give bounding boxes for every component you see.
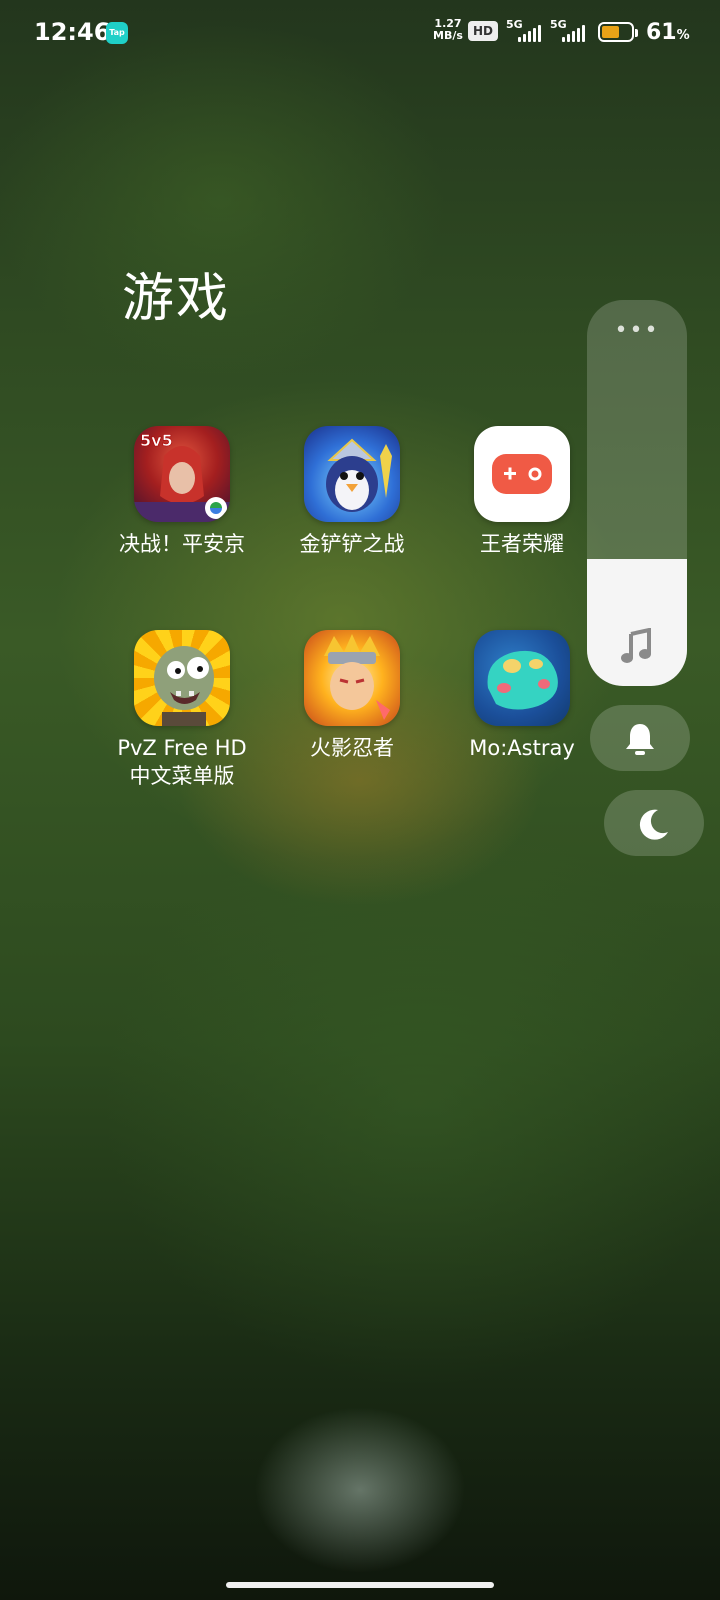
app-label: Mo:Astray: [469, 736, 575, 760]
app-naruto[interactable]: 火影忍者: [282, 630, 422, 762]
clock: 12:46: [34, 18, 111, 46]
status-bar: 12:46 Tap 1.27 MB/s HD 5G 5G 61%: [0, 0, 720, 64]
svg-text:5v5: 5v5: [140, 431, 173, 450]
folder-title[interactable]: 游戏: [122, 256, 230, 331]
app-pvz-free-hd[interactable]: PvZ Free HD 中文菜单版: [112, 630, 252, 790]
taptap-notification-icon: Tap: [106, 22, 128, 44]
volume-slider[interactable]: •••: [587, 300, 687, 686]
app-label-line-2: 中文菜单版: [129, 764, 235, 788]
app-honor-of-kings[interactable]: 王者荣耀: [452, 426, 592, 558]
more-dots-icon[interactable]: •••: [587, 318, 687, 343]
onmyoji-arena-icon: 5v5: [134, 426, 230, 522]
slime-icon: [474, 630, 570, 726]
app-mo-astray[interactable]: Mo:Astray: [452, 630, 592, 762]
app-jinchanchan[interactable]: 金铲铲之战: [282, 426, 422, 558]
app-label: PvZ Free HD 中文菜单版: [112, 734, 252, 790]
app-onmyoji-arena[interactable]: 5v5 决战！平安京: [112, 426, 252, 558]
battery-icon: [598, 22, 638, 42]
signal-2-icon: 5G: [550, 18, 594, 44]
app-label: 火影忍者: [310, 736, 394, 760]
music-note-icon: [621, 628, 651, 663]
app-label: 王者荣耀: [480, 532, 564, 556]
zombie-icon: [134, 630, 230, 726]
home-indicator[interactable]: [226, 1582, 494, 1588]
penguin-game-icon: [304, 426, 400, 522]
app-label: 决战！平安京: [119, 532, 245, 556]
ninja-icon: [304, 630, 400, 726]
volume-level-fill: [587, 558, 687, 686]
network-speed: 1.27 MB/s: [430, 18, 466, 42]
signal-1-icon: 5G: [506, 18, 550, 44]
do-not-disturb-button[interactable]: [604, 790, 704, 856]
battery-fill: [602, 26, 619, 38]
gamepad-icon: [474, 426, 570, 522]
ringer-toggle-button[interactable]: [590, 705, 690, 771]
network-speed-unit: MB/s: [433, 29, 463, 42]
hd-voice-icon: HD: [468, 21, 498, 41]
battery-percent: 61%: [646, 20, 690, 45]
bell-icon: [626, 724, 654, 755]
moon-icon: [639, 809, 668, 840]
app-label-line-1: PvZ Free HD: [117, 736, 247, 760]
app-label: 金铲铲之战: [299, 532, 405, 556]
